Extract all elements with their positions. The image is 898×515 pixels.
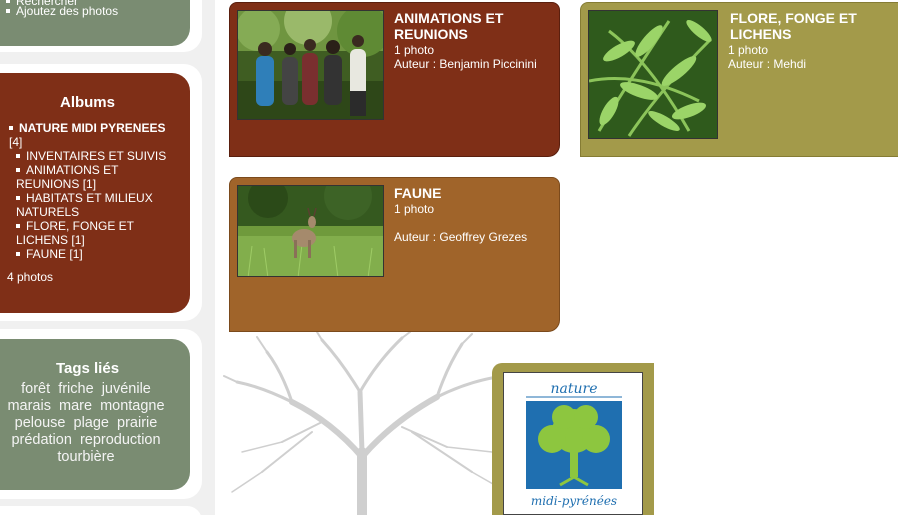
logo-frame: nature midi-pyrénées [492,363,654,515]
albums-tree: NATURE MIDI PYRENEES [4] INVENTAIRES ET … [9,121,179,261]
albums-panel: Albums NATURE MIDI PYRENEES [4] INVENTAI… [0,73,190,313]
tag-link[interactable]: prédation [11,432,71,448]
album-author: Auteur : Geoffrey Grezes [394,230,528,244]
sidebar-card-next [0,506,202,515]
album-root[interactable]: NATURE MIDI PYRENEES [9,121,179,135]
album-root-count: [4] [9,135,23,149]
album-card-faune[interactable]: FAUNE 1 photo Auteur : Geoffrey Grezes [229,177,560,332]
tag-link[interactable]: pelouse [15,415,66,431]
album-title-animations[interactable]: ANIMATIONS ET REUNIONS [394,10,554,42]
album-thumbnail-animations[interactable] [237,10,384,120]
album-item-faune[interactable]: FAUNE [1] [9,247,179,261]
album-photo-count: 1 photo [728,43,769,57]
album-thumbnail-faune[interactable] [237,185,384,277]
nature-midi-pyrenees-logo: nature midi-pyrénées [503,372,643,515]
album-root-label: NATURE MIDI PYRENEES [19,121,166,135]
tag-link[interactable]: prairie [117,415,157,431]
tag-link[interactable]: juvénile [102,381,151,397]
album-author: Auteur : Mehdi [728,57,807,71]
tag-link[interactable]: plage [74,415,109,431]
page: Rechercher Ajoutez des photos Albums NAT… [0,0,898,515]
albums-photo-count: 4 photos [7,270,54,284]
album-photo-count: 1 photo [394,43,435,57]
album-photo-count: 1 photo [394,202,435,216]
logo-top-text: nature [551,381,598,397]
album-card-flore[interactable]: FLORE, FONGE ET LICHENS 1 photo Auteur :… [580,2,898,157]
tag-cloud: forêt friche juvénile marais mare montag… [0,381,172,466]
album-thumbnail-flore[interactable] [588,10,718,139]
tag-link[interactable]: reproduction [80,432,161,448]
album-author: Auteur : Benjamin Piccinini [394,57,537,71]
albums-heading: Albums [59,94,115,111]
tag-link[interactable]: forêt [21,381,50,397]
album-item-animations[interactable]: ANIMATIONS ET REUNIONS [1] [9,163,179,191]
album-title-faune[interactable]: FAUNE [394,185,554,201]
actions-panel: Rechercher Ajoutez des photos [0,0,190,46]
album-title-flore[interactable]: FLORE, FONGE ET LICHENS [730,10,890,42]
tree-watermark [223,332,511,515]
tag-link[interactable]: marais [7,398,51,414]
album-item-inventaires[interactable]: INVENTAIRES ET SUIVIS [9,149,179,163]
tag-link[interactable]: montagne [100,398,165,414]
album-card-animations[interactable]: ANIMATIONS ET REUNIONS 1 photo Auteur : … [229,2,560,157]
tag-link[interactable]: friche [58,381,93,397]
album-item-habitats[interactable]: HABITATS ET MILIEUX NATURELS [9,191,179,219]
tags-panel: Tags liés forêt friche juvénile marais m… [0,339,190,490]
tag-link[interactable]: tourbière [57,449,114,465]
logo-bottom-text: midi-pyrénées [531,494,617,508]
add-photos-link[interactable]: Ajoutez des photos [6,4,118,18]
tag-link[interactable]: mare [59,398,92,414]
tags-heading: Tags liés [55,360,120,377]
album-item-flore[interactable]: FLORE, FONGE ET LICHENS [1] [9,219,179,247]
